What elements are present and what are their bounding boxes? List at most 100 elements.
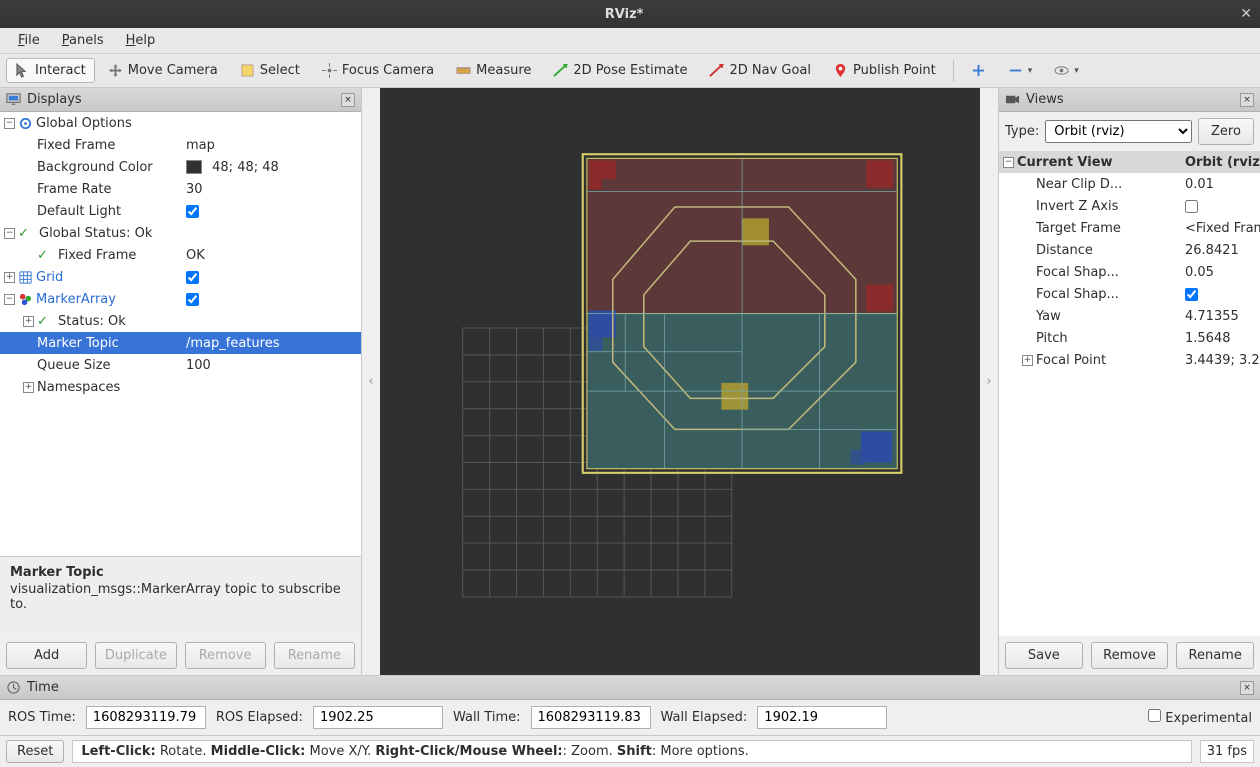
statusbar: Reset Left-Click: Rotate. Middle-Click: … [0,735,1260,767]
prop-target-frame[interactable]: Target Frame [1036,221,1121,236]
rename-button[interactable]: Rename [274,642,355,669]
menu-help[interactable]: Help [116,30,166,51]
displays-button-row: Add Duplicate Remove Rename [0,636,361,675]
wall-elapsed-input[interactable] [757,706,887,729]
expander[interactable]: − [4,294,15,305]
prop-default-light-checkbox[interactable] [186,205,199,218]
view-remove-button[interactable]: Remove [1091,642,1169,669]
tool-measure[interactable]: Measure [447,58,540,83]
expander[interactable]: + [23,316,34,327]
tool-pose-estimate[interactable]: 2D Pose Estimate [544,58,696,83]
view-save-button[interactable]: Save [1005,642,1083,669]
prop-focal-point-value[interactable]: 3.4439; 3.2309; ... [1179,353,1260,368]
marker-array-checkbox[interactable] [186,293,199,306]
prop-default-light[interactable]: Default Light [37,204,121,219]
prop-pitch-value[interactable]: 1.5648 [1179,331,1260,346]
expander[interactable]: + [23,382,34,393]
displays-panel-header[interactable]: Displays × [0,88,361,112]
3d-viewport[interactable] [380,88,980,675]
prop-queue-size-value[interactable]: 100 [180,358,361,373]
view-rename-button[interactable]: Rename [1176,642,1254,669]
focal-shape-fixed-checkbox[interactable] [1185,288,1198,301]
tool-interact[interactable]: Interact [6,58,95,83]
prop-namespaces[interactable]: Namespaces [37,380,120,395]
zero-button[interactable]: Zero [1198,118,1254,145]
prop-focal-shape-value[interactable]: 0.05 [1179,265,1260,280]
time-row: ROS Time: ROS Elapsed: Wall Time: Wall E… [0,700,1260,735]
tool-select[interactable]: Select [231,58,309,83]
tool-nav-goal[interactable]: 2D Nav Goal [700,58,820,83]
prop-target-frame-value[interactable]: <Fixed Frame> [1179,221,1260,236]
expander[interactable]: − [4,228,15,239]
tool-visibility[interactable]: ▾ [1045,58,1088,83]
clock-icon [6,680,21,695]
views-panel-close[interactable]: × [1240,93,1254,107]
views-tree[interactable]: −Current View Orbit (rviz) Near Clip D...… [999,151,1260,636]
reset-button[interactable]: Reset [6,740,64,763]
prop-bg-color[interactable]: Background Color [37,160,153,175]
expander[interactable]: + [1022,355,1033,366]
expander[interactable]: − [1003,157,1014,168]
prop-frame-rate[interactable]: Frame Rate [37,182,111,197]
prop-near-clip[interactable]: Near Clip D... [1036,177,1122,192]
prop-marker-topic[interactable]: Marker Topic [37,336,119,351]
experimental-checkbox[interactable] [1148,709,1161,722]
remove-button[interactable]: Remove [185,642,266,669]
prop-near-clip-value[interactable]: 0.01 [1179,177,1260,192]
collapse-right[interactable]: › [980,88,998,675]
tree-item-marker-array[interactable]: MarkerArray [36,292,116,307]
tree-item-global-options[interactable]: Global Options [36,116,132,131]
grid-checkbox[interactable] [186,271,199,284]
prop-fixed-frame[interactable]: Fixed Frame [37,138,115,153]
tool-publish-point[interactable]: Publish Point [824,58,945,83]
prop-yaw[interactable]: Yaw [1036,309,1061,324]
prop-distance-value[interactable]: 26.8421 [1179,243,1260,258]
check-ok-icon: ✓ [37,314,48,329]
window-close-button[interactable]: ✕ [1240,6,1252,22]
prop-focal-shape-fixed[interactable]: Focal Shap... [1036,287,1119,302]
displays-panel-close[interactable]: × [341,93,355,107]
prop-frame-rate-value[interactable]: 30 [180,182,361,197]
experimental-toggle[interactable]: Experimental [1148,709,1252,726]
tool-focus-camera[interactable]: Focus Camera [313,58,443,83]
prop-bg-color-value[interactable]: 48; 48; 48 [180,160,361,175]
expander[interactable]: + [4,272,15,283]
collapse-left[interactable]: ‹ [362,88,380,675]
prop-queue-size[interactable]: Queue Size [37,358,111,373]
tool-add[interactable] [962,58,995,83]
prop-marker-topic-value[interactable]: /map_features [180,336,361,351]
tree-item-grid[interactable]: Grid [36,270,63,285]
current-view-value: Orbit (rviz) [1185,155,1260,170]
views-panel-header[interactable]: Views × [999,88,1260,112]
tool-remove[interactable]: ▾ [999,58,1042,83]
expander[interactable]: − [4,118,15,129]
add-button[interactable]: Add [6,642,87,669]
tool-move-camera[interactable]: Move Camera [99,58,227,83]
prop-pitch[interactable]: Pitch [1036,331,1068,346]
cursor-icon [15,63,30,78]
prop-yaw-value[interactable]: 4.71355 [1179,309,1260,324]
prop-focal-point[interactable]: Focal Point [1036,353,1106,368]
time-panel-header[interactable]: Time × [0,676,1260,700]
prop-distance[interactable]: Distance [1036,243,1093,258]
view-type-select[interactable]: Orbit (rviz) [1045,120,1192,143]
prop-focal-shape-size[interactable]: Focal Shap... [1036,265,1119,280]
window-title: RViz* [8,7,1240,22]
time-panel-close[interactable]: × [1240,681,1254,695]
current-view-label[interactable]: Current View [1017,155,1113,170]
prop-status-fixed-frame[interactable]: Fixed Frame [58,248,136,263]
ros-elapsed-input[interactable] [313,706,443,729]
pin-icon [833,63,848,78]
ros-time-input[interactable] [86,706,206,729]
tree-item-global-status[interactable]: Global Status: Ok [39,226,152,241]
prop-marker-status[interactable]: Status: Ok [58,314,126,329]
prop-invert-z[interactable]: Invert Z Axis [1036,199,1118,214]
prop-fixed-frame-value[interactable]: map [180,138,361,153]
invert-z-checkbox[interactable] [1185,200,1198,213]
menu-panels[interactable]: Panels [52,30,114,51]
displays-tree[interactable]: − Global Options Fixed Frame map Backgrou… [0,112,361,556]
duplicate-button[interactable]: Duplicate [95,642,176,669]
menu-file[interactable]: File [8,30,50,51]
wall-time-input[interactable] [531,706,651,729]
check-ok-icon: ✓ [18,226,29,241]
